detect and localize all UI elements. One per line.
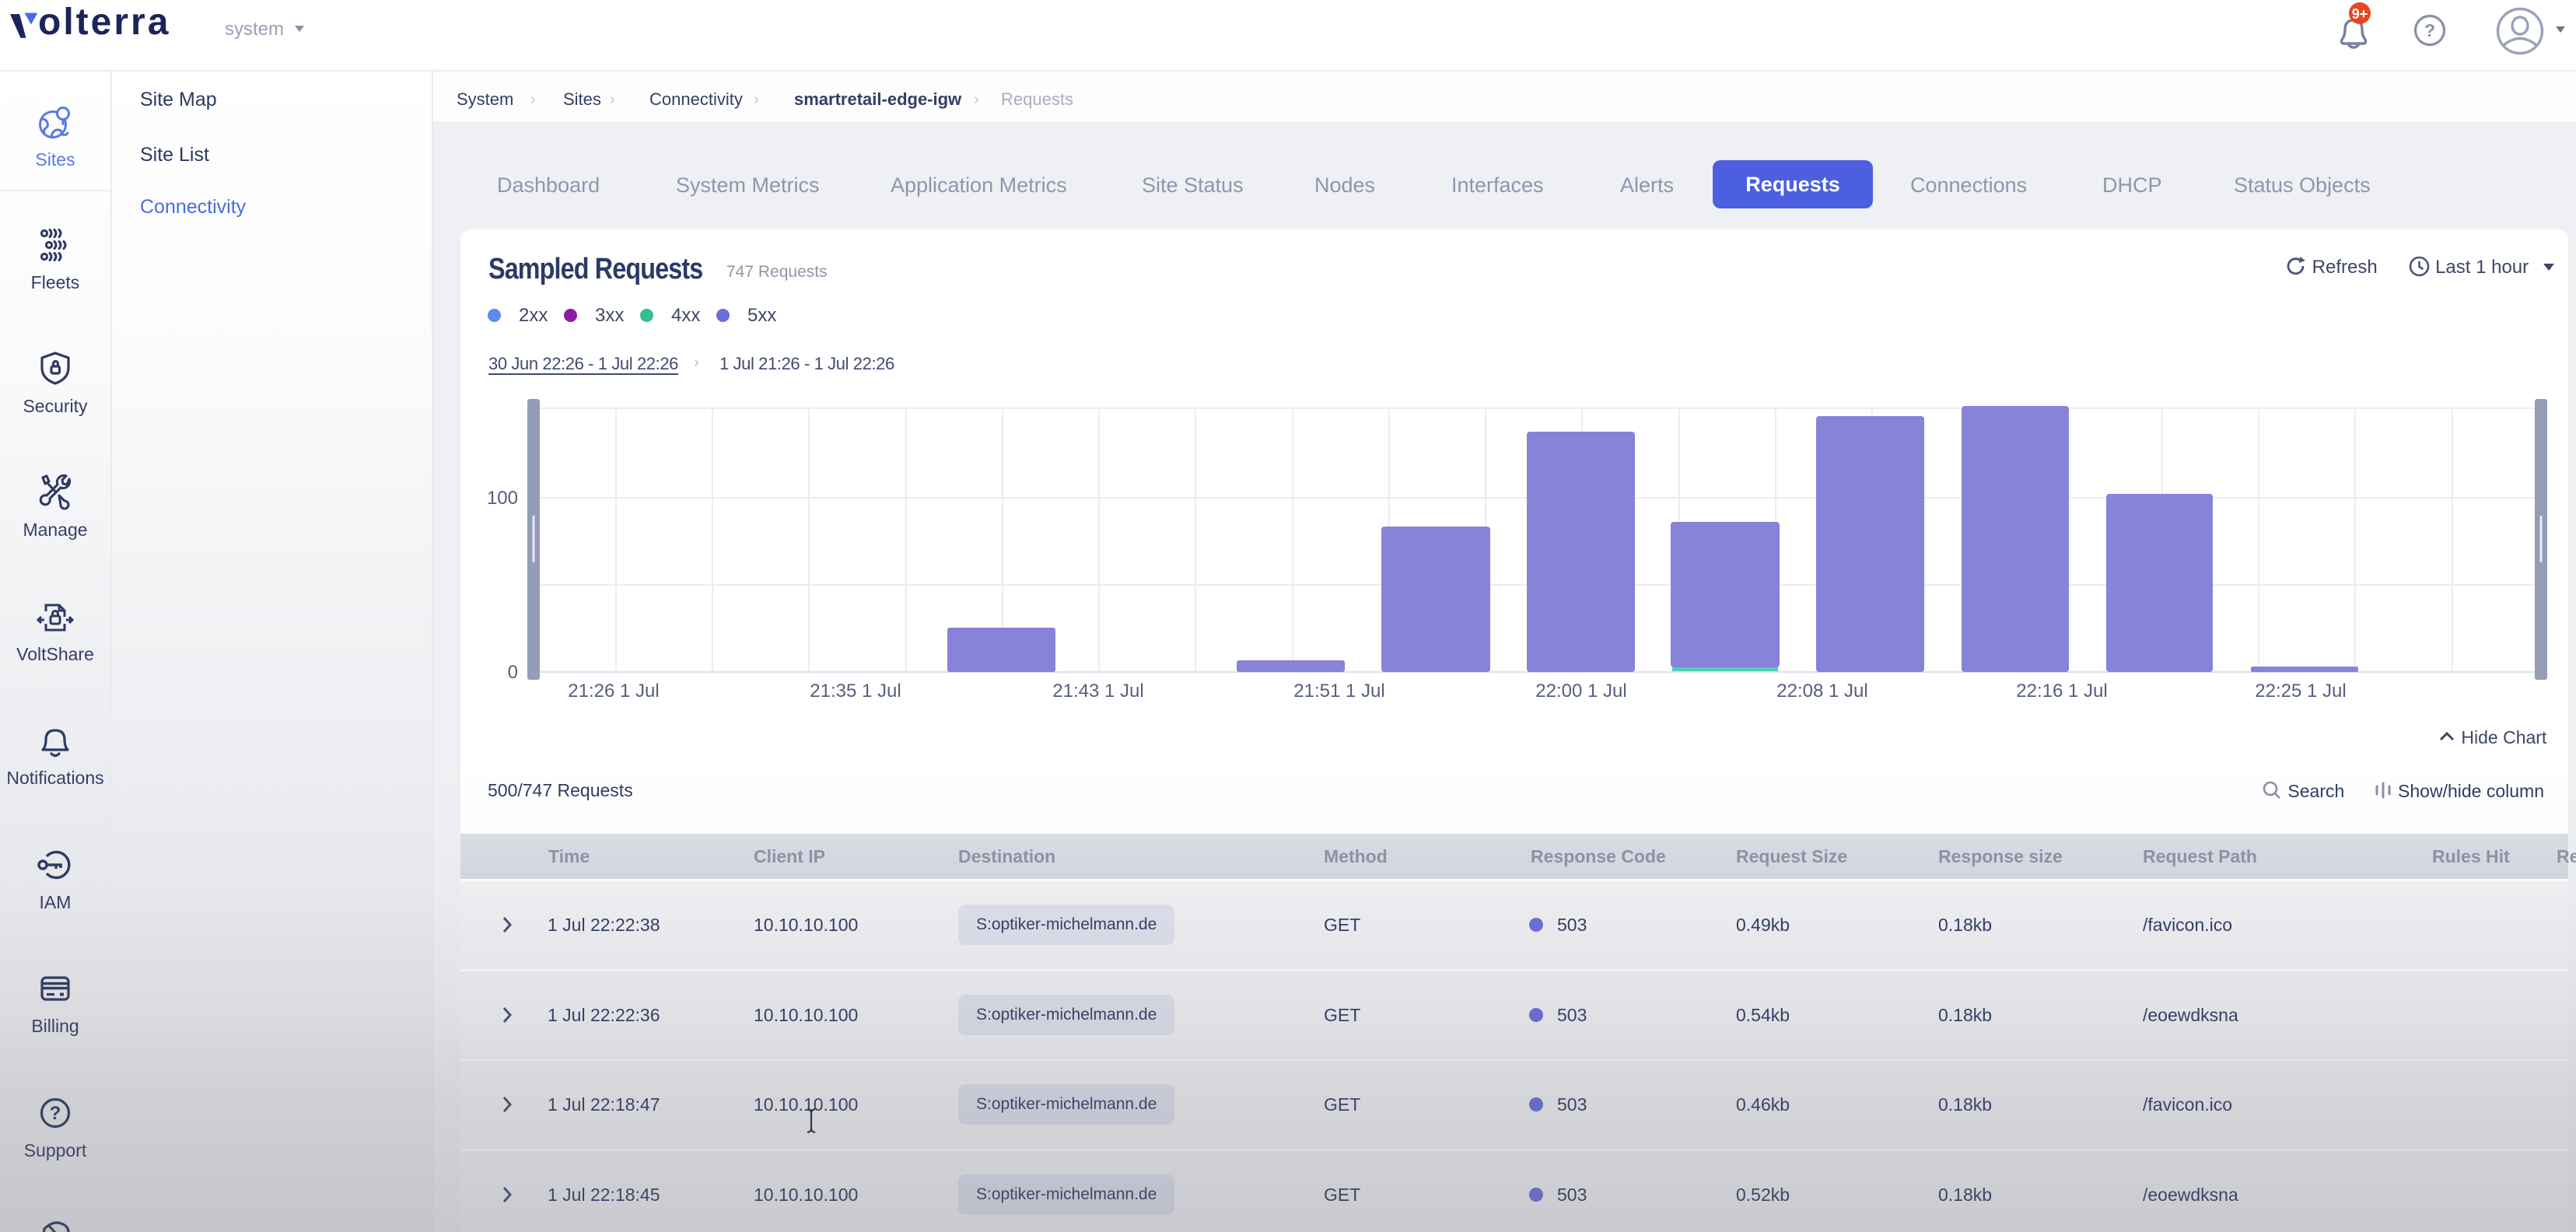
svg-text:21:51 1 Jul: 21:51 1 Jul — [1293, 681, 1384, 702]
svg-text:0: 0 — [508, 662, 518, 683]
svg-text:22:00 1 Jul: 22:00 1 Jul — [1535, 681, 1626, 702]
svg-text:?: ? — [50, 1103, 61, 1124]
svg-text:22:08 1 Jul: 22:08 1 Jul — [1776, 681, 1867, 702]
svg-text:21:43 1 Jul: 21:43 1 Jul — [1052, 681, 1143, 702]
svg-text:?: ? — [2424, 20, 2435, 40]
svg-text:21:35 1 Jul: 21:35 1 Jul — [810, 681, 901, 702]
svg-text:21:26 1 Jul: 21:26 1 Jul — [568, 681, 659, 702]
svg-text:22:16 1 Jul: 22:16 1 Jul — [2016, 681, 2107, 702]
svg-text:22:25 1 Jul: 22:25 1 Jul — [2255, 681, 2346, 702]
svg-text:9+: 9+ — [2352, 6, 2368, 22]
svg-text:100: 100 — [487, 488, 518, 509]
